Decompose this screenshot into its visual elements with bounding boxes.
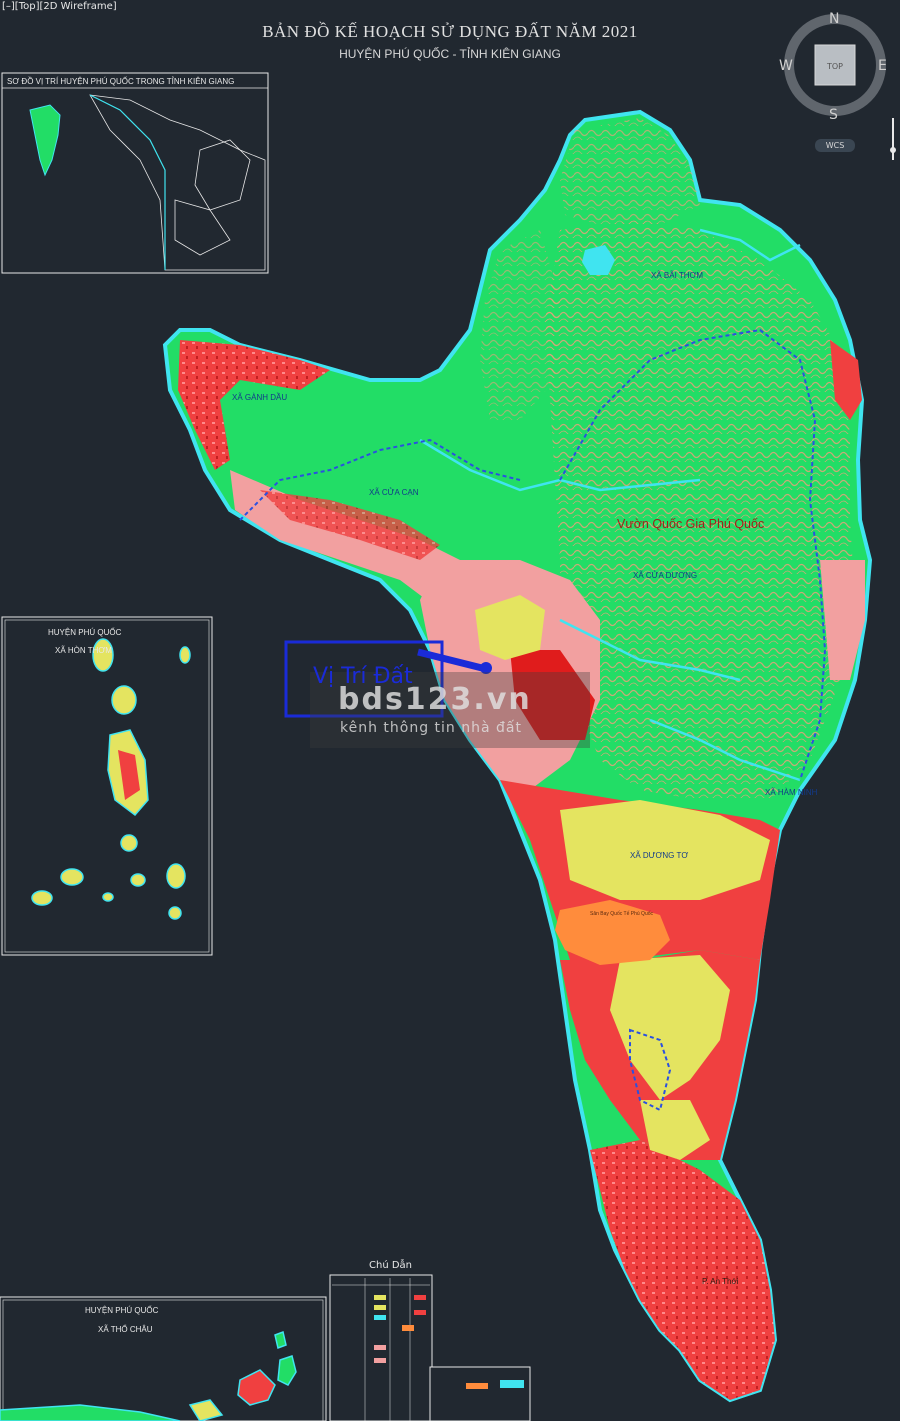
tho-chau-inset-title-1: HUYỆN PHÚ QUỐC (85, 1305, 159, 1315)
map-viewport[interactable]: [–][Top][2D Wireframe] BẢN ĐỒ KẾ HOẠCH S… (0, 0, 900, 1421)
watermark-tagline: kênh thông tin nhà đất (340, 720, 522, 736)
label-ham-ninh: XÃ HÀM NINH (765, 788, 818, 797)
north-contours (560, 118, 700, 225)
viewcube-top-face: TOP (826, 62, 843, 71)
label-airport: Sân Bay Quốc Tế Phú Quốc (590, 911, 654, 917)
compass-west: W (779, 58, 793, 74)
compass-south: S (829, 107, 838, 123)
hon-thom-inset-title-1: HUYỆN PHÚ QUỐC (48, 627, 122, 637)
legend-title: Chú Dẫn (369, 1260, 413, 1271)
tho-chau-inset-title-2: XÃ THỔ CHÂU (98, 1325, 153, 1334)
label-national-park: Vườn Quốc Gia Phú Quốc (617, 517, 764, 531)
tho-chau-inset (0, 1296, 327, 1421)
label-ganh-dau: XÃ GÀNH DẦU (232, 392, 287, 402)
location-inset-title: SƠ ĐỒ VỊ TRÍ HUYỆN PHÚ QUỐC TRONG TỈNH K… (7, 76, 234, 86)
label-duong-to: XÃ DƯƠNG TƠ (630, 851, 688, 860)
label-cua-duong: XÃ CỬA DƯƠNG (633, 571, 697, 580)
label-an-thoi: P. An Thới (702, 1277, 739, 1286)
label-cua-can: XÃ CỬA CẠN (369, 488, 419, 497)
legend-table (329, 1274, 531, 1421)
wcs-menu-button[interactable]: WCS (815, 139, 855, 152)
location-inset (1, 72, 269, 274)
hon-thom-inset-title-2: XÃ HÒN THƠM (55, 646, 112, 655)
viewcube[interactable]: TOP N S E W (779, 11, 887, 123)
compass-north: N (829, 11, 839, 27)
watermark-logo: bds123.vn (338, 682, 532, 717)
label-bai-thom: XÃ BÃI THƠM (651, 271, 703, 280)
compass-east: E (878, 58, 887, 74)
hon-thom-inset (1, 616, 213, 956)
nav-bar-icon[interactable] (890, 118, 896, 160)
